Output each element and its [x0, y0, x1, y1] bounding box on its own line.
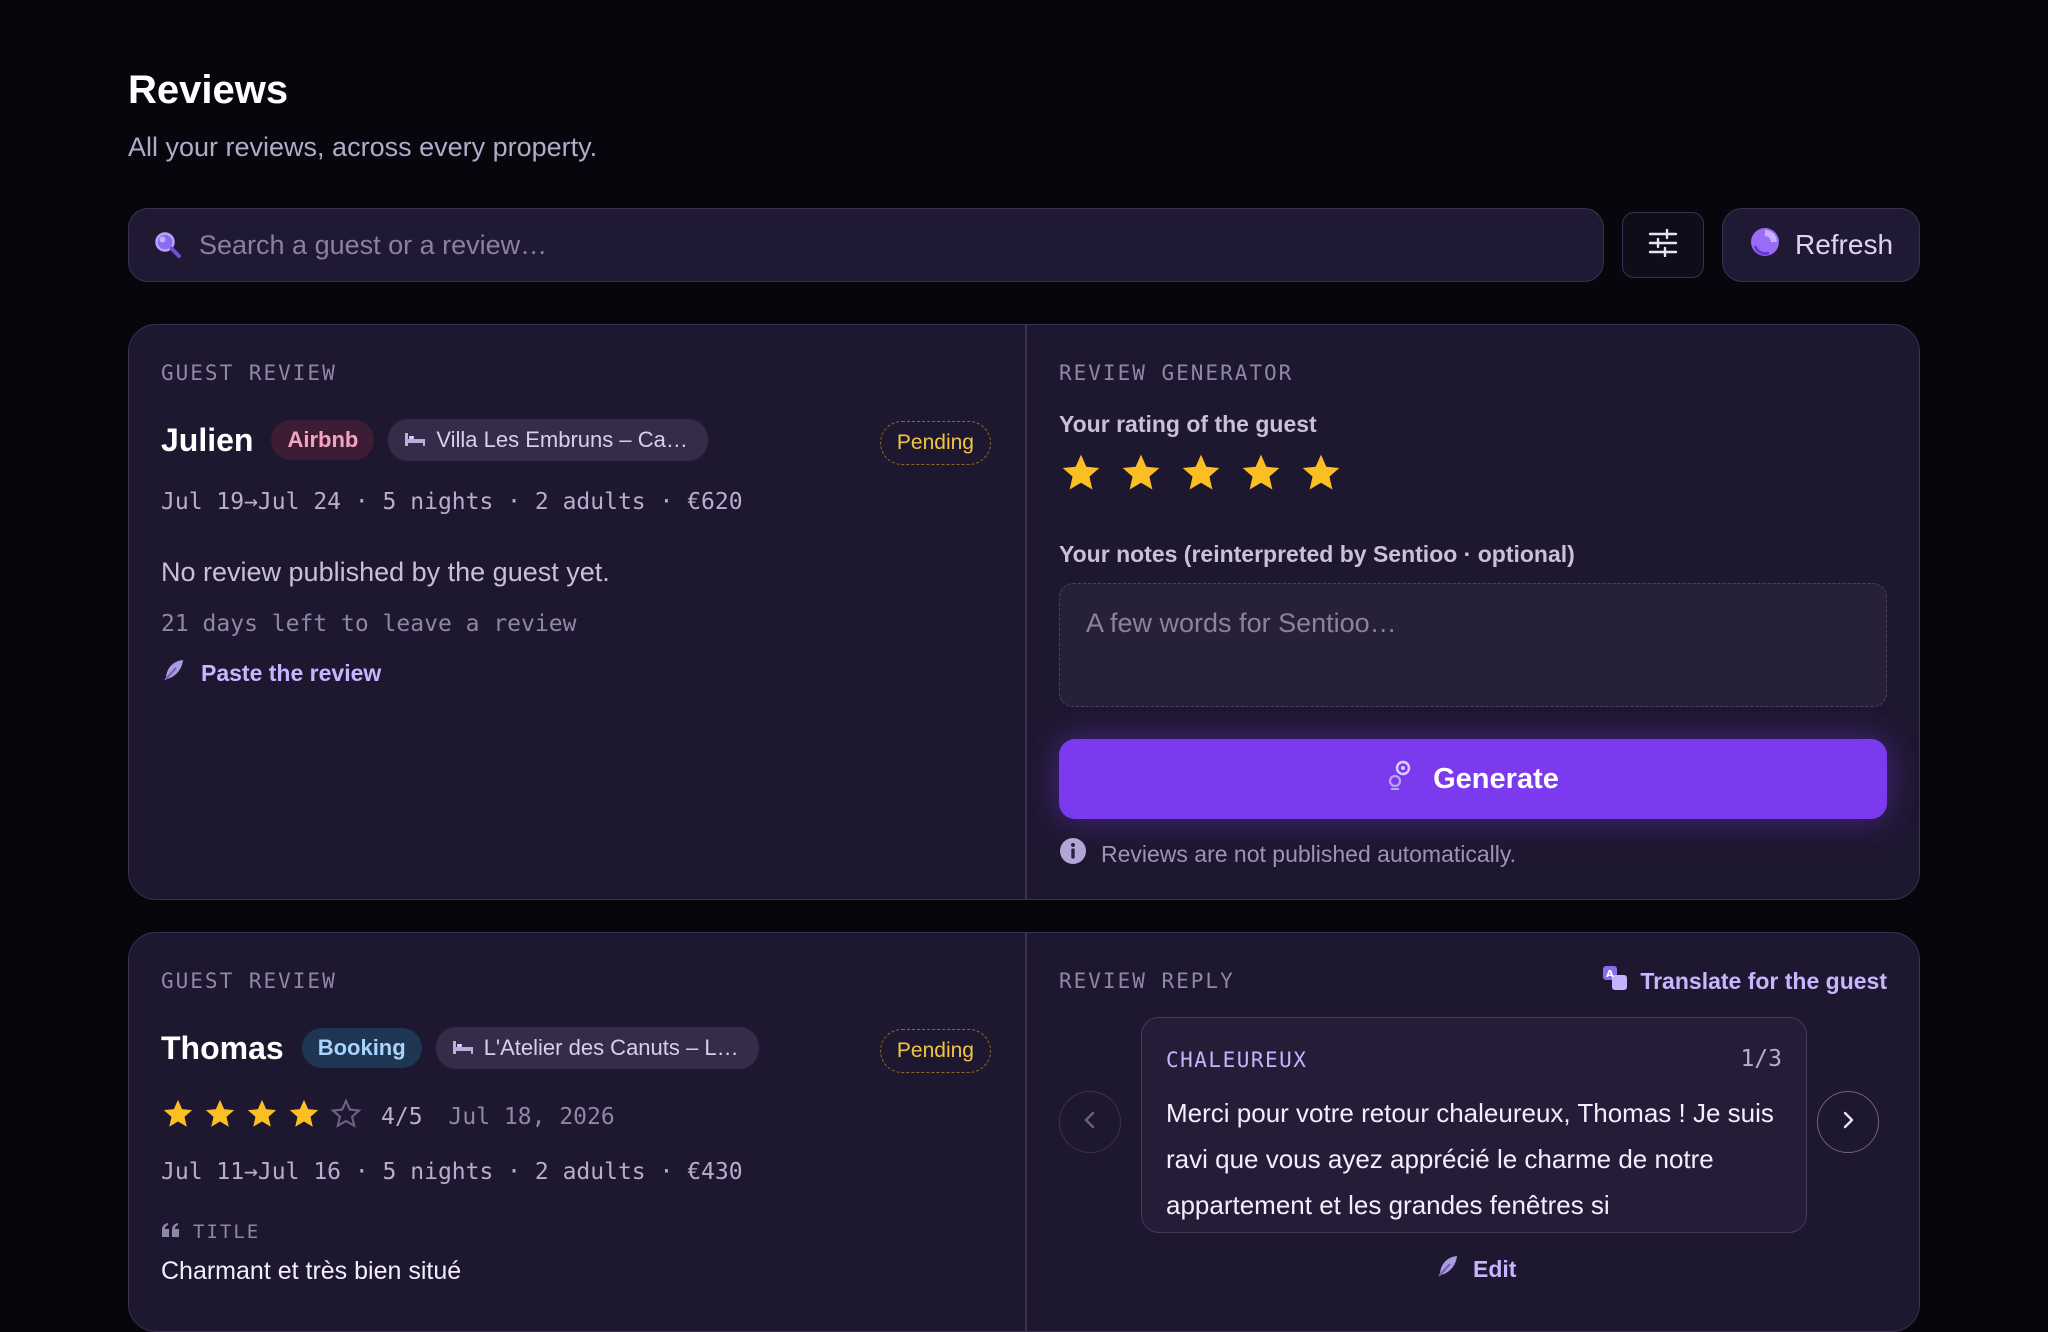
previous-reply-button[interactable] [1059, 1091, 1121, 1153]
paste-review-label: Paste the review [201, 659, 382, 686]
search-input[interactable] [197, 228, 1581, 262]
star-icon [245, 1097, 279, 1136]
guest-review-label: GUEST REVIEW [161, 969, 337, 993]
next-reply-button[interactable] [1817, 1091, 1879, 1153]
reviews-page: Reviews All your reviews, across every p… [0, 0, 2048, 1332]
edit-reply-button[interactable]: Edit [1435, 1253, 1516, 1285]
property-chip[interactable]: Villa Les Embruns – Ca… [388, 419, 708, 461]
bed-icon [404, 427, 426, 453]
star-icon[interactable] [1119, 451, 1163, 500]
review-generator-panel: REVIEW GENERATOR Your rating of the gues… [1027, 325, 1919, 899]
status-badge: Pending [879, 1029, 991, 1073]
guest-rating-stars[interactable] [1059, 451, 1343, 500]
star-icon[interactable] [1179, 451, 1223, 500]
guest-header: Julien Airbnb Villa Les Embruns – Ca… [161, 419, 708, 461]
platform-badge: Airbnb [271, 420, 375, 460]
page-title: Reviews [128, 68, 289, 112]
feather-icon [161, 657, 187, 689]
pencil-icon [1435, 1253, 1461, 1285]
notes-label: Your notes (reinterpreted by Sentioo · o… [1059, 541, 1575, 567]
star-icon[interactable] [1239, 451, 1283, 500]
info-text: Reviews are not published automatically. [1101, 840, 1517, 867]
star-icon[interactable] [1059, 451, 1103, 500]
chevron-right-icon [1840, 1110, 1856, 1135]
guest-rating-label: Your rating of the guest [1059, 411, 1317, 437]
star-icon[interactable] [1299, 451, 1343, 500]
review-card-julien: GUEST REVIEW Julien Airbnb Villa Les Emb… [128, 324, 1920, 900]
star-icon [161, 1097, 195, 1136]
bed-icon [452, 1035, 474, 1061]
filter-button[interactable] [1622, 212, 1704, 278]
page-subtitle: All your reviews, across every property. [128, 132, 598, 162]
guest-name: Thomas [161, 1029, 284, 1066]
edit-label: Edit [1473, 1255, 1517, 1282]
info-icon [1059, 837, 1087, 871]
reply-text: Merci pour votre retour chaleureux, Thom… [1166, 1098, 1774, 1220]
generate-label: Generate [1433, 762, 1559, 795]
property-name: Villa Les Embruns – Ca… [436, 427, 688, 452]
stay-details: Jul 19→Jul 24 · 5 nights · 2 adults · €6… [161, 489, 743, 515]
refresh-label: Refresh [1794, 229, 1894, 260]
stay-details: Jul 11→Jul 16 · 5 nights · 2 adults · €4… [161, 1159, 743, 1185]
reply-counter: 1/3 [1740, 1046, 1782, 1072]
guest-name: Julien [161, 421, 254, 458]
property-chip[interactable]: L'Atelier des Canuts – L… [435, 1027, 759, 1069]
review-card-thomas: GUEST REVIEW Thomas Booking L'Atelier de… [128, 932, 1920, 1332]
review-generator-label: REVIEW GENERATOR [1059, 361, 1294, 385]
generate-button[interactable]: Generate [1059, 739, 1887, 819]
star-icon [287, 1097, 321, 1136]
publish-info: Reviews are not published automatically. [1059, 837, 1516, 871]
rating-value: 4/5 [381, 1103, 423, 1130]
guest-header: Thomas Booking L'Atelier des Canuts – L… [161, 1027, 759, 1069]
sliders-icon [1648, 228, 1678, 262]
star-outline-icon [329, 1097, 363, 1136]
guest-review-label: GUEST REVIEW [161, 361, 337, 385]
star-icon [203, 1097, 237, 1136]
search-bar[interactable] [128, 208, 1604, 282]
days-left-text: 21 days left to leave a review [161, 611, 577, 637]
title-label-text: TITLE [193, 1221, 261, 1243]
empty-review-message: No review published by the guest yet. [161, 557, 610, 587]
search-icon [151, 228, 185, 262]
review-date: Jul 18, 2026 [448, 1103, 615, 1130]
review-reply-panel: REVIEW REPLY A Translate for the guest C… [1027, 933, 1919, 1331]
refresh-icon [1749, 226, 1781, 265]
status-badge: Pending [879, 421, 991, 465]
paste-review-link[interactable]: Paste the review [161, 657, 381, 689]
review-title-label: TITLE [161, 1221, 260, 1243]
translate-link[interactable]: A Translate for the guest [1602, 965, 1887, 997]
platform-badge: Booking [301, 1028, 422, 1068]
reply-suggestion-card[interactable]: CHALEUREUX 1/3 Merci pour votre retour c… [1141, 1017, 1807, 1233]
review-title: Charmant et très bien situé [161, 1257, 462, 1285]
notes-field[interactable] [1059, 583, 1887, 707]
reply-tone: CHALEUREUX [1166, 1048, 1308, 1072]
refresh-button[interactable]: Refresh [1722, 208, 1920, 282]
guest-review-rating: 4/5 Jul 18, 2026 [161, 1097, 615, 1136]
chevron-left-icon [1082, 1110, 1098, 1135]
review-reply-label: REVIEW REPLY [1059, 969, 1235, 993]
svg-text:A: A [1606, 969, 1614, 980]
quote-icon [161, 1221, 181, 1243]
property-name: L'Atelier des Canuts – L… [483, 1035, 739, 1060]
translate-icon: A [1602, 965, 1628, 997]
translate-label: Translate for the guest [1640, 967, 1887, 994]
sparkle-robot-icon [1387, 759, 1415, 799]
